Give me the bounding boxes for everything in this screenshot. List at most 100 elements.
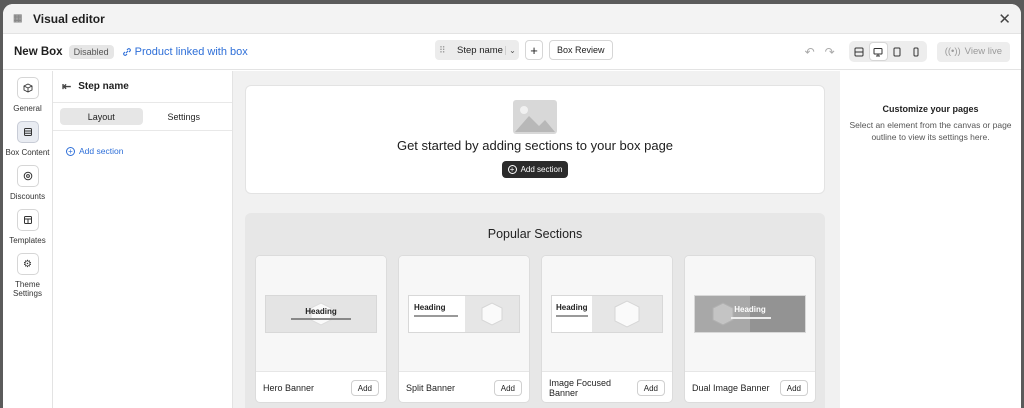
add-section-link[interactable]: + Add section	[66, 146, 232, 156]
section-preview: Heading	[685, 256, 815, 372]
add-split-banner-button[interactable]: Add	[493, 380, 522, 396]
right-panel-title: Customize your pages	[882, 104, 979, 114]
section-card-footer: Dual Image Banner Add	[685, 372, 815, 402]
redo-icon[interactable]: ↷	[823, 45, 837, 59]
exit-step-icon[interactable]: ⇤	[62, 80, 71, 93]
section-cards: Heading Hero Banner Add Heading Split Ba…	[255, 255, 825, 403]
section-preview: Heading	[399, 256, 529, 372]
step-controls: ⠿ Step name ⌄ + Box Review	[435, 40, 613, 60]
canvas[interactable]: Get started by adding sections to your b…	[233, 71, 840, 408]
step-title: Step name	[78, 81, 129, 92]
rail-label: Templates	[9, 236, 46, 245]
gear-icon: ⚙	[16, 253, 39, 275]
plus-circle-icon: +	[66, 146, 75, 156]
thumbnail-image	[465, 295, 519, 332]
section-card-name: Dual Image Banner	[692, 383, 770, 393]
rail-label: General	[13, 104, 42, 113]
section-card-name: Hero Banner	[263, 383, 315, 393]
title-bar: ▦ Visual editor ✕	[3, 4, 1021, 34]
layers-icon	[16, 121, 39, 143]
box-name: New Box	[14, 45, 63, 58]
popular-sections-title: Popular Sections	[487, 227, 583, 241]
close-icon[interactable]: ✕	[998, 10, 1011, 28]
empty-state-title: Get started by adding sections to your b…	[396, 138, 674, 153]
status-badge: Disabled	[68, 44, 114, 59]
rail-item-discounts[interactable]: Discounts	[4, 165, 52, 201]
add-step-button[interactable]: +	[525, 40, 543, 60]
section-card-dual-image-banner[interactable]: Heading Dual Image Banner Add	[684, 255, 816, 403]
rail-label: Box Content	[5, 148, 50, 157]
editor-icon: ▦	[13, 13, 23, 24]
mobile-view-icon[interactable]	[908, 43, 925, 60]
plus-circle-icon: +	[507, 165, 517, 174]
section-preview: Heading	[542, 256, 672, 372]
add-hero-banner-button[interactable]: Add	[350, 380, 379, 396]
section-card-footer: Split Banner Add	[399, 372, 529, 402]
section-card-name: Image Focused Banner	[549, 378, 612, 398]
tab-layout[interactable]: Layout	[60, 108, 143, 125]
view-live-label: View live	[964, 46, 1002, 57]
discount-icon	[16, 165, 39, 187]
image-focused-banner-thumbnail: Heading	[551, 294, 663, 333]
section-card-hero-banner[interactable]: Heading Hero Banner Add	[255, 255, 387, 403]
thumbnail-text-line	[556, 314, 588, 317]
broadcast-icon: ((•))	[944, 46, 961, 57]
add-section-button-label: Add section	[520, 165, 563, 174]
right-panel-description: Select an element from the canvas or pag…	[849, 120, 1012, 142]
side-rail: General Box Content Discounts Templates	[3, 71, 53, 408]
add-section-button[interactable]: + Add section	[501, 161, 569, 178]
desktop-view-icon[interactable]	[869, 43, 887, 60]
product-link[interactable]: Product linked with box	[122, 46, 248, 58]
undo-icon[interactable]: ↶	[803, 45, 817, 59]
step-select[interactable]: ⠿ Step name ⌄	[435, 40, 519, 60]
thumbnail-text-line	[731, 316, 771, 319]
thumbnail-image	[592, 295, 662, 332]
view-controls: ↶ ↷ ((•)) View live	[803, 41, 1010, 62]
left-panel: ⇤ Step name Layout Settings + Add sectio…	[53, 71, 233, 408]
window-title: Visual editor	[33, 11, 105, 26]
box-icon	[16, 77, 39, 99]
add-image-focused-banner-button[interactable]: Add	[636, 380, 665, 396]
thumbnail-text-block: Heading	[552, 296, 592, 332]
thumbnail-text-line	[291, 318, 351, 320]
empty-state-card: Get started by adding sections to your b…	[245, 85, 825, 194]
box-review-button[interactable]: Box Review	[549, 40, 613, 60]
dual-image-banner-thumbnail: Heading	[694, 294, 806, 333]
link-icon	[122, 47, 131, 56]
thumbnail-heading: Heading	[414, 302, 446, 312]
hero-banner-thumbnail: Heading	[265, 294, 377, 333]
chevron-down-icon[interactable]: ⌄	[505, 45, 519, 55]
thumbnail-image-left	[695, 295, 750, 332]
split-banner-thumbnail: Heading	[408, 294, 520, 333]
fullscreen-view-icon[interactable]	[851, 43, 868, 60]
section-card-footer: Hero Banner Add	[256, 372, 386, 402]
drag-handle-icon[interactable]: ⠿	[439, 45, 455, 56]
product-link-label: Product linked with box	[134, 45, 248, 58]
thumbnail-heading: Heading	[734, 304, 766, 314]
section-card-split-banner[interactable]: Heading Split Banner Add	[398, 255, 530, 403]
thumbnail-text-block: Heading	[409, 296, 465, 332]
thumbnail-image-right	[750, 295, 805, 332]
section-card-image-focused-banner[interactable]: Heading Image Focused Banner Add	[541, 255, 673, 403]
section-card-name: Split Banner	[406, 383, 456, 393]
thumbnail-text-line	[414, 314, 458, 317]
rail-item-theme-settings[interactable]: ⚙ Theme Settings	[4, 253, 52, 298]
divider	[53, 130, 232, 131]
rail-item-templates[interactable]: Templates	[4, 209, 52, 245]
image-placeholder-icon	[513, 100, 557, 134]
rail-item-general[interactable]: General	[4, 77, 52, 113]
rail-item-box-content[interactable]: Box Content	[4, 121, 52, 157]
left-panel-header: ⇤ Step name	[53, 71, 232, 103]
add-dual-image-banner-button[interactable]: Add	[779, 380, 808, 396]
rail-label: Theme Settings	[13, 280, 42, 298]
view-live-button[interactable]: ((•)) View live	[936, 41, 1010, 62]
rail-label: Discounts	[9, 192, 46, 201]
template-icon	[16, 209, 39, 231]
tablet-view-icon[interactable]	[889, 43, 906, 60]
section-card-footer: Image Focused Banner Add	[542, 372, 672, 402]
panel-tabs: Layout Settings	[60, 108, 225, 125]
right-panel: Customize your pages Select an element f…	[840, 71, 1021, 408]
popular-sections: Popular Sections Heading Hero Banner Add…	[245, 213, 825, 408]
tab-settings[interactable]: Settings	[143, 108, 226, 125]
top-toolbar: New Box Disabled Product linked with box…	[3, 34, 1021, 70]
